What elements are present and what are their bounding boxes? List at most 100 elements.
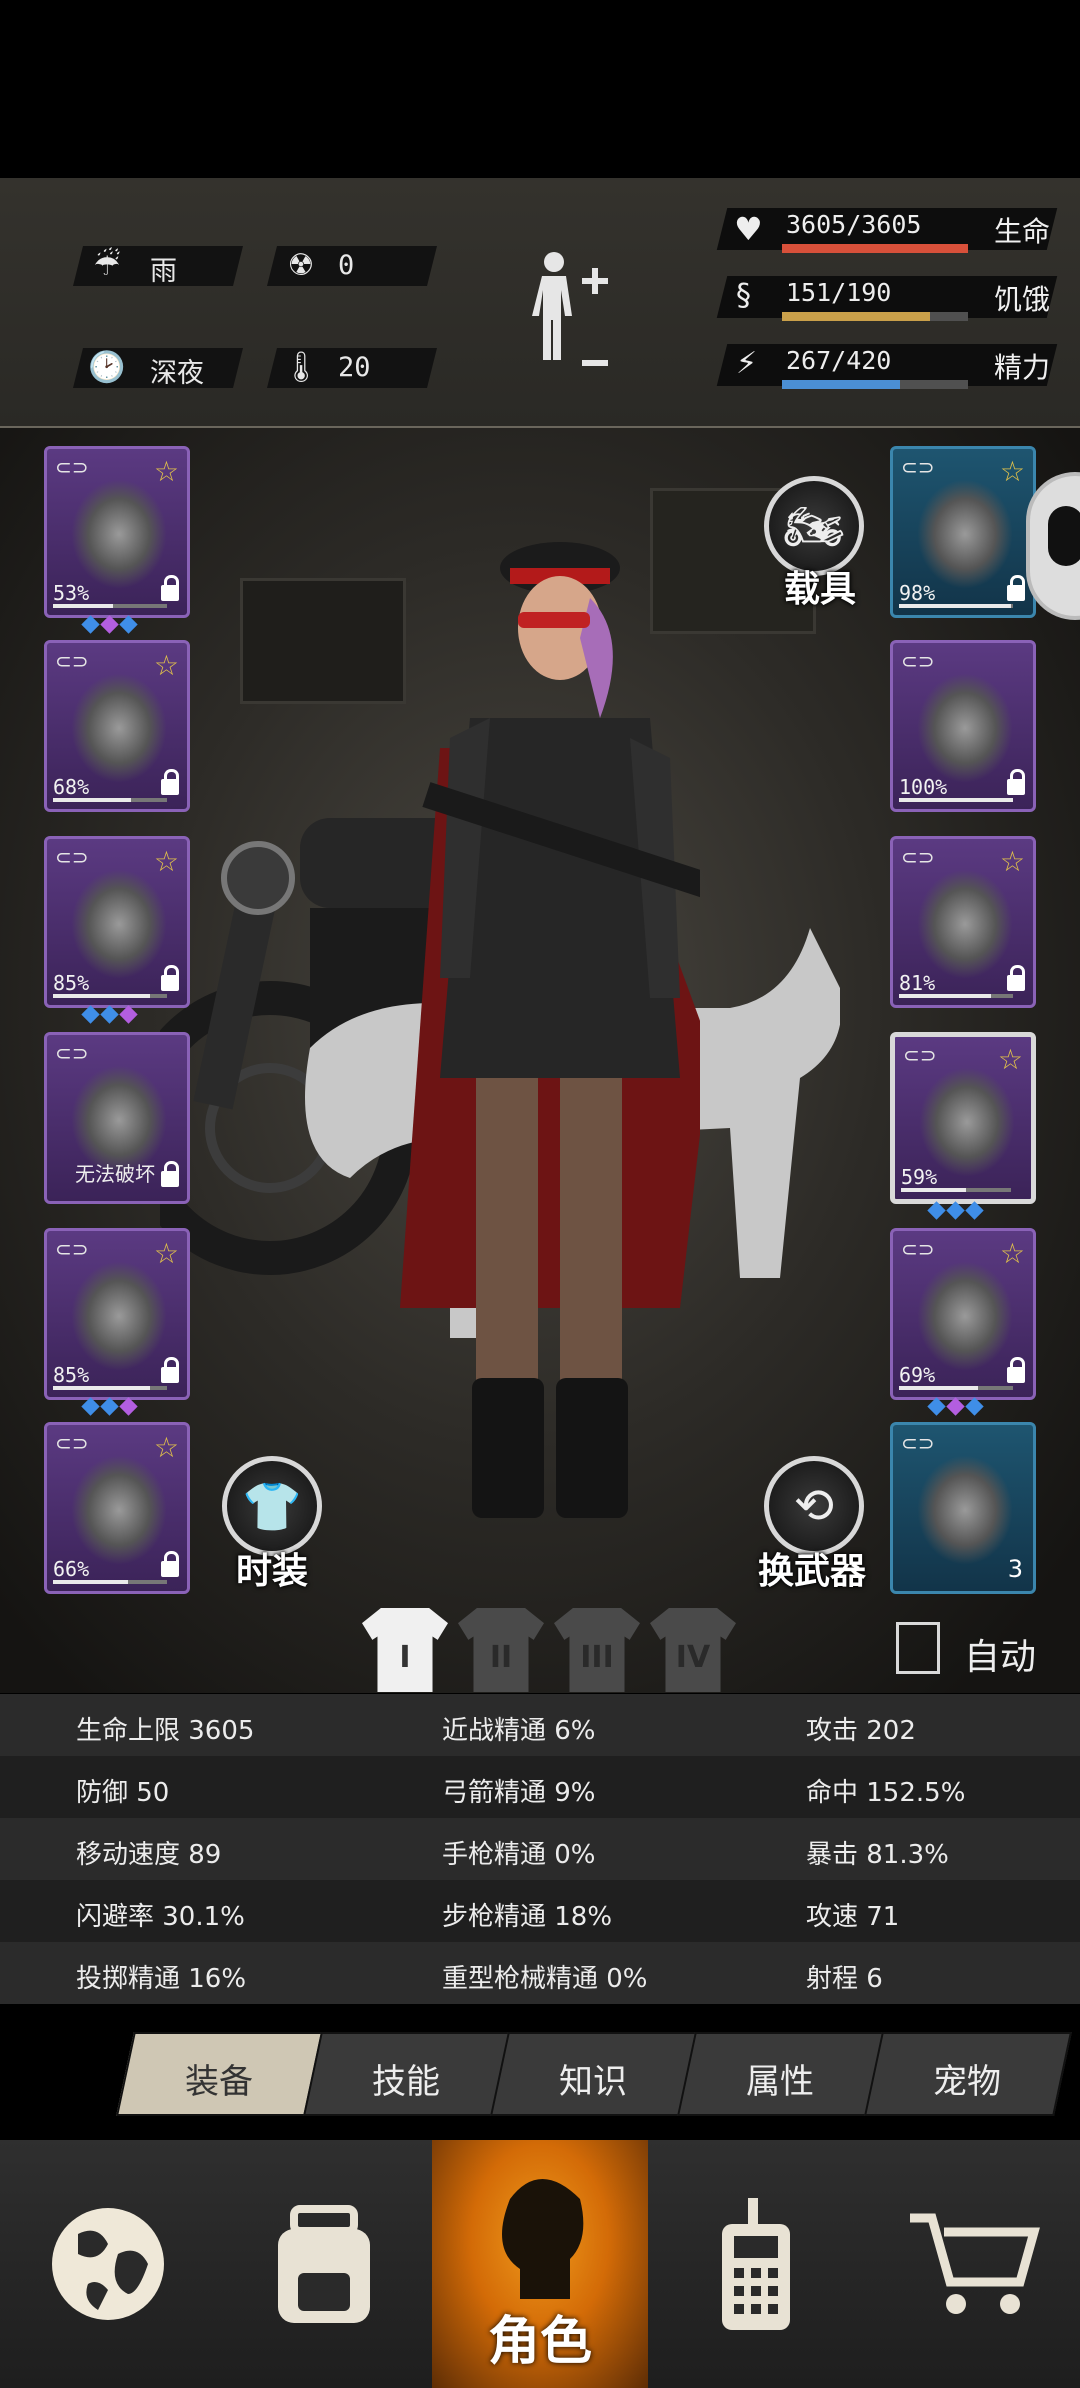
lock-icon xyxy=(161,575,179,601)
stat-cell: 闪避率 30.1% xyxy=(76,1902,245,1932)
durability-text: 68% xyxy=(53,775,90,799)
durability-text: 66% xyxy=(53,1557,90,1581)
equip-slot-katana[interactable]: ⊂⊃ ☆ 69% xyxy=(890,1228,1036,1400)
pants-icon xyxy=(71,1261,167,1371)
equip-slot-police-helmet[interactable]: ⊂⊃ ☆ 53% xyxy=(44,446,190,618)
hunger-bar xyxy=(782,312,968,321)
nav-character-label: 角色 xyxy=(487,2312,592,2372)
durability-bar xyxy=(899,1386,1013,1390)
star-icon: ☆ xyxy=(153,1431,179,1464)
equip-slot-backpack[interactable]: ⊂⊃ 无法破坏 xyxy=(44,1032,190,1204)
character-portrait xyxy=(400,542,700,1518)
durability-text: 81% xyxy=(899,971,936,995)
link-icon: ⊂⊃ xyxy=(55,455,89,479)
gem-icon xyxy=(100,1005,119,1024)
stat-cell: 生命上限 3605 xyxy=(76,1716,255,1746)
swap-weapon-button[interactable]: ⟲ xyxy=(764,1456,864,1556)
fashion-label: 时装 xyxy=(236,1551,309,1592)
durability-text: 100% xyxy=(899,775,948,799)
star-icon: ☆ xyxy=(153,1237,179,1270)
stats-row: 防御 50 弓箭精通 9% 命中 152.5% xyxy=(0,1756,1080,1818)
boots-icon xyxy=(71,1455,167,1565)
auto-checkbox[interactable] xyxy=(896,1622,940,1674)
tab-equipment[interactable]: 装备 xyxy=(116,2032,324,2116)
tab-pets[interactable]: 宠物 xyxy=(864,2032,1072,2116)
durability-bar xyxy=(899,994,1013,998)
equip-slot-boots[interactable]: ⊂⊃ ☆ 66% xyxy=(44,1422,190,1594)
clock-icon: 🕑 xyxy=(88,349,126,385)
equip-slot-gas-mask[interactable]: ⊂⊃ 100% xyxy=(890,640,1036,812)
stat-cell: 攻速 71 xyxy=(806,1902,900,1932)
tab-attributes[interactable]: 属性 xyxy=(677,2032,885,2116)
coat-icon xyxy=(71,869,167,979)
durability-text: 59% xyxy=(901,1165,938,1189)
lock-icon xyxy=(161,1357,179,1383)
equip-slot-jacket[interactable]: ⊂⊃ ☆ 68% xyxy=(44,640,190,812)
energy-bar xyxy=(782,380,968,389)
durability-text: 53% xyxy=(53,581,90,605)
globe-icon xyxy=(52,2208,164,2320)
link-icon: ⊂⊃ xyxy=(901,1237,935,1261)
shirt-icon: 👕 xyxy=(242,1478,302,1535)
tab-label: 属性 xyxy=(746,2062,815,2102)
character-scene: ⊂⊃ ☆ 53% ⊂⊃ ☆ 68% ⊂⊃ ☆ 85% ⊂⊃ 无法破坏 ⊂⊃ ☆ 85% ⊂⊃ ☆ 66% ⊂⊃ ☆… xyxy=(0,428,1080,1693)
body-status-icon[interactable] xyxy=(520,248,620,398)
nav-backpack[interactable] xyxy=(216,2140,432,2388)
energy-value: 267/420 xyxy=(786,346,892,375)
life-bar xyxy=(782,244,968,253)
nav-character[interactable]: 角色 xyxy=(432,2140,648,2388)
gem-icon xyxy=(927,1201,946,1220)
link-icon: ⊂⊃ xyxy=(55,1431,89,1455)
radio-icon xyxy=(722,2198,790,2330)
equip-slot-coat[interactable]: ⊂⊃ ☆ 85% xyxy=(44,836,190,1008)
durability-bar xyxy=(53,994,167,998)
stat-cell: 命中 152.5% xyxy=(806,1778,966,1808)
motorcycle-icon: 🏍 xyxy=(783,498,845,555)
link-icon: ⊂⊃ xyxy=(55,1041,89,1065)
gas-mask-icon xyxy=(917,673,1013,783)
tab-skills[interactable]: 技能 xyxy=(303,2032,511,2116)
stomach-icon: § xyxy=(736,278,751,313)
life-value: 3605/3605 xyxy=(786,210,922,239)
tab-label: 宠物 xyxy=(933,2062,1002,2102)
loadout-1-button[interactable]: I xyxy=(362,1608,448,1692)
link-icon: ⊂⊃ xyxy=(55,845,89,869)
tab-label: 技能 xyxy=(372,2062,441,2102)
gem-icon xyxy=(81,1397,100,1416)
nav-map[interactable] xyxy=(0,2140,216,2388)
loadout-4-button[interactable]: IV xyxy=(650,1608,736,1692)
equip-slot-assault-rifle[interactable]: ⊂⊃ ☆ 59% xyxy=(890,1032,1036,1204)
floating-assistant-icon[interactable] xyxy=(1030,476,1080,616)
loadout-3-button[interactable]: III xyxy=(554,1608,640,1692)
link-icon: ⊂⊃ xyxy=(55,649,89,673)
durability-bar xyxy=(899,604,1013,608)
equip-slot-pants[interactable]: ⊂⊃ ☆ 85% xyxy=(44,1228,190,1400)
nav-shop[interactable] xyxy=(864,2140,1080,2388)
indestructible-label: 无法破坏 xyxy=(75,1162,155,1186)
nav-radio[interactable] xyxy=(648,2140,864,2388)
equip-slot-sunglasses[interactable]: ⊂⊃ ☆ 98% xyxy=(890,446,1036,618)
stat-cell: 射程 6 xyxy=(806,1964,883,1994)
gem-icon xyxy=(946,1201,965,1220)
fashion-button[interactable]: 👕 xyxy=(222,1456,322,1556)
backpack-icon xyxy=(278,2205,370,2323)
durability-text: 98% xyxy=(899,581,936,605)
life-label: 生命 xyxy=(994,215,1051,248)
swap-arrows-icon: ⟲ xyxy=(793,1478,835,1534)
lock-icon xyxy=(1007,769,1025,795)
gem-sockets xyxy=(81,615,138,636)
equip-slot-pouch[interactable]: ⊂⊃ 3 xyxy=(890,1422,1036,1594)
equip-slot-tactical-vest[interactable]: ⊂⊃ ☆ 81% xyxy=(890,836,1036,1008)
star-icon: ☆ xyxy=(997,1043,1023,1076)
stats-row: 闪避率 30.1% 步枪精通 18% 攻速 71 xyxy=(0,1880,1080,1942)
durability-bar xyxy=(53,798,167,802)
temperature-value: 20 xyxy=(338,352,371,383)
star-icon: ☆ xyxy=(999,1237,1025,1270)
tab-bar: 装备 技能 知识 属性 宠物 xyxy=(110,2032,1072,2116)
loadout-2-button[interactable]: II xyxy=(458,1608,544,1692)
lock-icon xyxy=(1007,965,1025,991)
gem-icon xyxy=(946,1397,965,1416)
link-icon: ⊂⊃ xyxy=(901,455,935,479)
tab-knowledge[interactable]: 知识 xyxy=(490,2032,698,2116)
durability-bar xyxy=(53,1580,167,1584)
